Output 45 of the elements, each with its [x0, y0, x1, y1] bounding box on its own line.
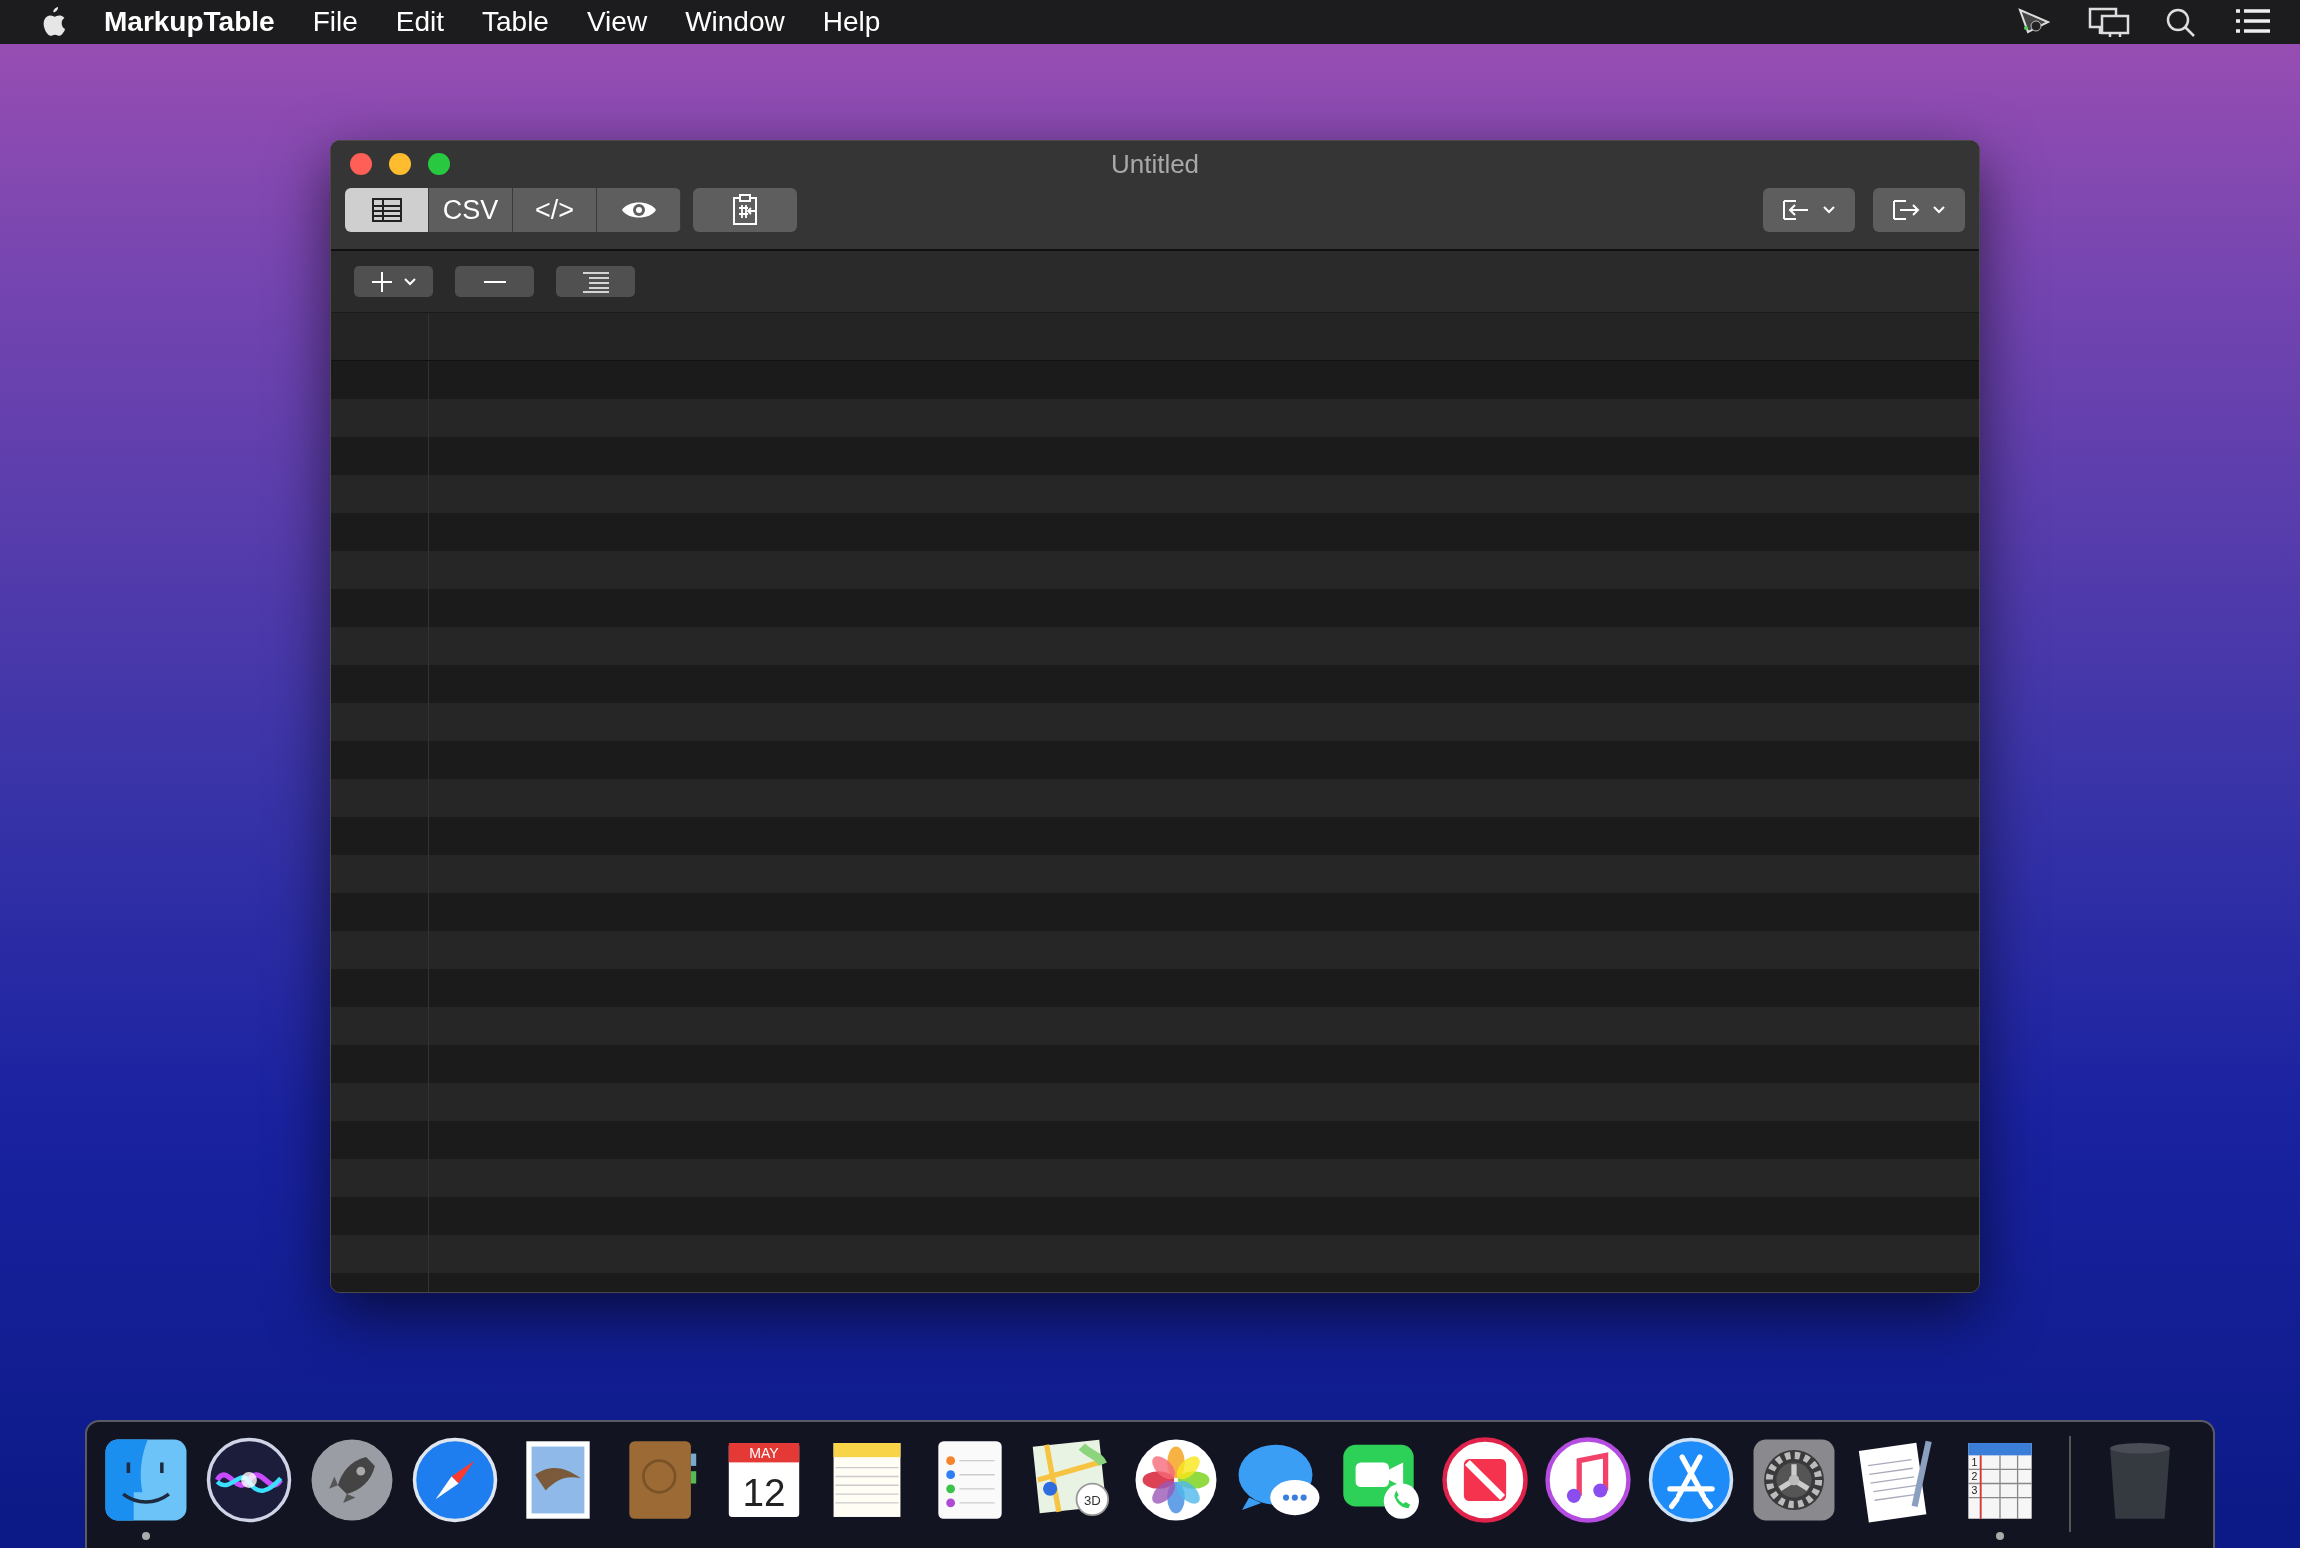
zoom-button[interactable]: [428, 153, 450, 175]
import-icon: [1782, 199, 1810, 221]
music-note-icon[interactable]: [1544, 1436, 1632, 1524]
table-view-tab[interactable]: [345, 188, 429, 232]
row-number: 2: [1971, 1470, 1978, 1482]
caret-icon: [402, 276, 417, 287]
align-icon: [580, 270, 611, 293]
plus-icon: [370, 270, 393, 293]
calendar-day: 12: [742, 1471, 786, 1515]
siri-icon[interactable]: [205, 1436, 293, 1524]
spreadsheet-icon[interactable]: [1967, 1443, 2033, 1520]
menu-item[interactable]: Window: [685, 1, 785, 43]
caret-icon: [1932, 205, 1946, 215]
clipboard-icon: [732, 194, 758, 226]
app-menu[interactable]: MarkupTable: [104, 1, 275, 43]
displays-icon[interactable]: [2088, 6, 2130, 38]
clipboard-button[interactable]: [693, 188, 797, 232]
app-store-icon[interactable]: [1647, 1436, 1735, 1524]
calendar-month: MAY: [749, 1445, 779, 1461]
caret-icon: [1822, 205, 1836, 215]
row-number: 1: [1971, 1455, 1978, 1468]
menu-item[interactable]: Edit: [395, 1, 444, 43]
minus-icon: [483, 279, 506, 284]
close-button[interactable]: [350, 153, 372, 175]
import-button[interactable]: [1763, 188, 1855, 232]
row-number: 3: [1971, 1484, 1978, 1497]
news-icon[interactable]: [1441, 1436, 1529, 1524]
export-icon: [1892, 199, 1920, 221]
menu-item[interactable]: File: [312, 1, 358, 43]
window-title: Untitled: [1110, 148, 1200, 179]
align-button[interactable]: [556, 266, 635, 297]
map-badge-text: 3D: [1083, 1492, 1101, 1508]
compass-icon[interactable]: [411, 1436, 499, 1524]
add-button[interactable]: [354, 266, 433, 297]
view-tab[interactable]: </>: [513, 188, 597, 232]
menu-item[interactable]: Table: [482, 1, 549, 43]
minimize-button[interactable]: [389, 153, 411, 175]
preview-tab[interactable]: [597, 188, 681, 232]
calendar-icon[interactable]: [728, 1443, 800, 1517]
view-tab[interactable]: CSV: [429, 188, 513, 232]
menu-item[interactable]: Help: [822, 1, 881, 43]
map-icon[interactable]: [1032, 1439, 1110, 1517]
table-icon: [371, 198, 402, 222]
menu-item[interactable]: View: [586, 1, 648, 43]
export-button[interactable]: [1873, 188, 1965, 232]
